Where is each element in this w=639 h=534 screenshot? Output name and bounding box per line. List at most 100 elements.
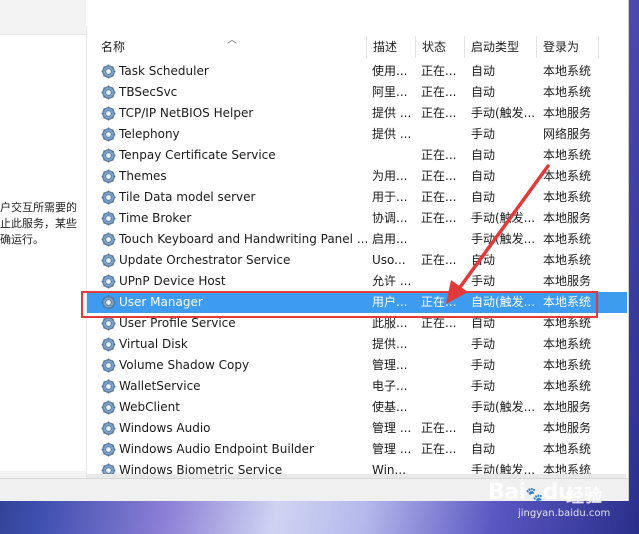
service-gear-icon bbox=[101, 211, 116, 226]
service-startup-type: 手动(触发... bbox=[471, 106, 536, 120]
service-description-text: 户交互所需要的 止此服务，某些 确运行。 bbox=[0, 201, 77, 246]
service-description: Uso... bbox=[372, 253, 406, 267]
service-description: 用于... bbox=[372, 190, 408, 204]
service-log-on-as: 本地系统 bbox=[543, 295, 592, 309]
service-name-cell: Windows Audio Endpoint Builder bbox=[101, 439, 367, 460]
service-gear-icon bbox=[101, 190, 116, 205]
service-status: 正在... bbox=[421, 85, 457, 99]
service-name: TBSecSvc bbox=[119, 85, 178, 99]
service-log-on-as: 本地系统 bbox=[543, 148, 592, 162]
service-startup-type: 自动(触发... bbox=[471, 295, 536, 309]
service-gear-icon bbox=[101, 337, 116, 352]
service-name: Telephony bbox=[119, 127, 180, 141]
column-header-status[interactable]: 状态 bbox=[416, 36, 465, 58]
service-gear-icon bbox=[101, 463, 116, 474]
service-row[interactable]: Windows Audio Endpoint Builder 管理 ... 正在..… bbox=[87, 439, 627, 460]
service-name-cell: Volume Shadow Copy bbox=[101, 355, 367, 376]
service-startup-type: 自动 bbox=[471, 85, 496, 99]
service-status: 正在... bbox=[421, 316, 457, 330]
service-description: 启用... bbox=[372, 232, 408, 246]
service-row[interactable]: Windows Audio 管理 ... 正在... 自动 本地服务 bbox=[87, 418, 627, 439]
service-status: 正在... bbox=[421, 169, 457, 183]
service-description-panel: 户交互所需要的 止此服务，某些 确运行。 bbox=[0, 34, 86, 471]
service-row[interactable]: Telephony 提供 ... 手动 网络服务 bbox=[87, 124, 627, 145]
service-startup-type: 手动(触发... bbox=[471, 211, 536, 225]
service-row[interactable]: Windows Biometric Service Win... 手动(触发... 本… bbox=[87, 460, 627, 474]
service-status: 正在... bbox=[421, 211, 457, 225]
service-name: User Profile Service bbox=[119, 316, 236, 330]
service-name-cell: User Manager bbox=[101, 292, 367, 313]
service-row[interactable]: Virtual Disk 提供... 手动 本地系统 bbox=[87, 334, 627, 355]
services-list[interactable]: ︿ 名称 描述 状态 启动类型 登录为 Task Scheduler 使用... 正… bbox=[86, 26, 627, 474]
service-gear-icon bbox=[101, 379, 116, 394]
service-row[interactable]: Tenpay Certificate Service 正在... 自动 本地系统 bbox=[87, 145, 627, 166]
service-name-cell: TBSecSvc bbox=[101, 82, 367, 103]
service-status bbox=[421, 376, 465, 397]
service-gear-icon bbox=[101, 442, 116, 457]
service-row[interactable]: Tile Data model server 用于... 正在... 自动 本地系统 bbox=[87, 187, 627, 208]
column-header-description[interactable]: 描述 bbox=[367, 36, 416, 58]
column-header-name[interactable]: ︿ 名称 bbox=[87, 35, 367, 58]
service-description: 允许 ... bbox=[372, 274, 412, 288]
service-row[interactable]: Volume Shadow Copy 管理... 手动 本地系统 bbox=[87, 355, 627, 376]
service-gear-icon bbox=[101, 64, 116, 79]
service-row[interactable]: TCP/IP NetBIOS Helper 提供 ... 正在... 手动(触发...… bbox=[87, 103, 627, 124]
service-log-on-as: 本地系统 bbox=[543, 358, 592, 372]
service-row[interactable]: User Manager 用户... 正在... 自动(触发... 本地系统 bbox=[87, 292, 627, 313]
service-description: 使用... bbox=[372, 64, 408, 78]
service-name: Tile Data model server bbox=[119, 190, 256, 204]
service-status bbox=[421, 397, 465, 418]
service-status bbox=[421, 124, 465, 145]
service-row[interactable]: Task Scheduler 使用... 正在... 自动 本地系统 bbox=[87, 61, 627, 82]
service-row[interactable]: Update Orchestrator Service Uso... 正在... 自动… bbox=[87, 250, 627, 271]
service-status: 正在... bbox=[421, 190, 457, 204]
service-row[interactable]: TBSecSvc 阿里... 正在... 自动 本地系统 bbox=[87, 82, 627, 103]
service-gear-icon bbox=[101, 169, 116, 184]
column-header-name-label: 名称 bbox=[101, 40, 126, 54]
service-description: 电子... bbox=[372, 379, 408, 393]
service-gear-icon bbox=[101, 253, 116, 268]
service-log-on-as: 本地服务 bbox=[543, 421, 592, 435]
service-row[interactable]: Touch Keyboard and Handwriting Panel ...… bbox=[87, 229, 627, 250]
service-startup-type: 手动(触发... bbox=[471, 400, 536, 414]
service-log-on-as: 本地系统 bbox=[543, 379, 592, 393]
service-log-on-as: 本地系统 bbox=[543, 64, 592, 78]
service-name: Windows Audio Endpoint Builder bbox=[119, 442, 314, 456]
service-name: TCP/IP NetBIOS Helper bbox=[119, 106, 254, 120]
service-name-cell: Virtual Disk bbox=[101, 334, 367, 355]
service-description: 管理... bbox=[372, 358, 408, 372]
service-status bbox=[421, 355, 465, 376]
service-name-cell: Themes bbox=[101, 166, 367, 187]
service-row[interactable]: WebClient 使基... 手动(触发... 本地服务 bbox=[87, 397, 627, 418]
service-gear-icon bbox=[101, 127, 116, 142]
service-row[interactable]: UPnP Device Host 允许 ... 手动 本地服务 bbox=[87, 271, 627, 292]
service-description: Win... bbox=[372, 463, 406, 474]
service-name-cell: Windows Audio bbox=[101, 418, 367, 439]
service-gear-icon bbox=[101, 106, 116, 121]
watermark-cn-text: 经验 bbox=[566, 486, 602, 507]
service-name: Windows Biometric Service bbox=[119, 463, 283, 474]
service-row[interactable]: Themes 为用... 正在... 自动 本地系统 bbox=[87, 166, 627, 187]
service-log-on-as: 本地系统 bbox=[543, 232, 592, 246]
service-status: 正在... bbox=[421, 253, 457, 267]
service-name-cell: UPnP Device Host bbox=[101, 271, 367, 292]
baidu-watermark: Bai🐾du 经验 jingyan.baidu.com bbox=[488, 478, 638, 526]
service-name: Update Orchestrator Service bbox=[119, 253, 291, 267]
baidu-logo: Bai🐾du bbox=[488, 480, 574, 505]
service-description: 用户... bbox=[372, 295, 408, 309]
service-name: Tenpay Certificate Service bbox=[119, 148, 276, 162]
column-header-startup-type[interactable]: 启动类型 bbox=[465, 36, 537, 58]
service-row[interactable]: WalletService 电子... 手动 本地系统 bbox=[87, 376, 627, 397]
service-row[interactable]: User Profile Service 此服... 正在... 自动 本地系统 bbox=[87, 313, 627, 334]
service-name-cell: User Profile Service bbox=[101, 313, 367, 334]
service-name-cell: TCP/IP NetBIOS Helper bbox=[101, 103, 367, 124]
service-log-on-as: 本地系统 bbox=[543, 337, 592, 351]
service-row[interactable]: Time Broker 协调... 正在... 手动(触发... 本地服务 bbox=[87, 208, 627, 229]
service-log-on-as: 本地服务 bbox=[543, 274, 592, 288]
service-status: 正在... bbox=[421, 148, 457, 162]
service-name-cell: Task Scheduler bbox=[101, 61, 367, 82]
service-status: 正在... bbox=[421, 421, 457, 435]
service-name: Volume Shadow Copy bbox=[119, 358, 250, 372]
column-header-log-on-as[interactable]: 登录为 bbox=[537, 36, 599, 58]
service-name-cell: Windows Biometric Service bbox=[101, 460, 367, 474]
